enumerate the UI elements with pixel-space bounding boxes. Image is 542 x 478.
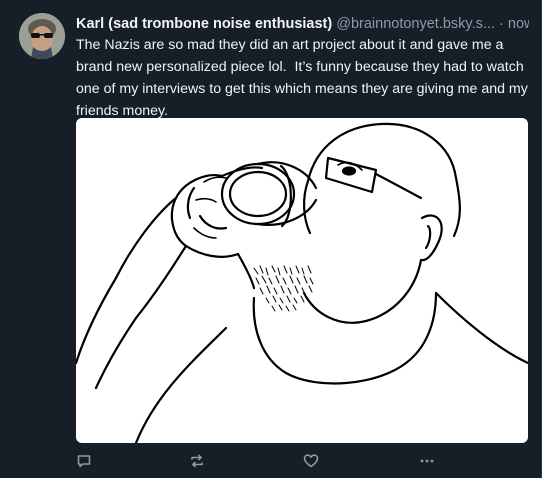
post-header: Karl (sad trombone noise enthusiast) @br… [76,14,529,34]
separator-dot: · [499,16,504,32]
display-name[interactable]: Karl (sad trombone noise enthusiast) [76,16,332,32]
post-text: The Nazis are so mad they did an art pro… [76,37,532,119]
post: Karl (sad trombone noise enthusiast) @br… [0,0,542,478]
timestamp[interactable]: now [508,16,529,32]
heart-icon[interactable] [303,453,319,469]
more-icon[interactable] [419,453,435,469]
handle[interactable]: @brainnotonyet.bsky.s... [336,16,495,32]
post-image[interactable] [76,118,528,443]
post-actions [76,450,528,472]
reply-icon[interactable] [76,453,92,469]
repost-icon[interactable] [189,453,205,469]
avatar[interactable] [19,13,65,59]
